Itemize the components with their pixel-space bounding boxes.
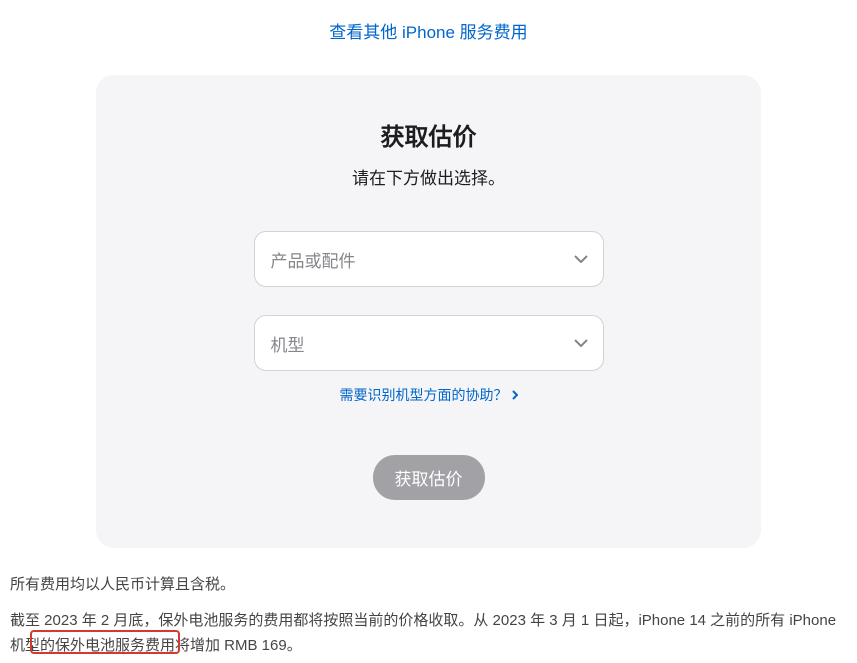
other-service-fees-link[interactable]: 查看其他 iPhone 服务费用 <box>329 23 527 42</box>
model-select-placeholder: 机型 <box>271 331 305 356</box>
product-select[interactable]: 产品或配件 <box>254 231 604 287</box>
product-select-placeholder: 产品或配件 <box>271 247 356 272</box>
footer-text: 所有费用均以人民币计算且含税。 截至 2023 年 2 月底，保外电池服务的费用… <box>0 572 857 659</box>
card-subtitle: 请在下方做出选择。 <box>136 164 721 189</box>
get-estimate-button[interactable]: 获取估价 <box>373 455 485 500</box>
estimate-card: 获取估价 请在下方做出选择。 产品或配件 机型 需要识别机型方面的协助？ 获取估… <box>96 75 761 548</box>
footer-line-2: 截至 2023 年 2 月底，保外电池服务的费用都将按照当前的价格收取。从 20… <box>10 608 847 659</box>
card-title: 获取估价 <box>136 117 721 152</box>
chevron-right-icon <box>512 387 518 403</box>
footer-line-1: 所有费用均以人民币计算且含税。 <box>10 572 847 598</box>
identify-model-help-link[interactable]: 需要识别机型方面的协助？ <box>340 385 518 405</box>
model-select[interactable]: 机型 <box>254 315 604 371</box>
help-link-label: 需要识别机型方面的协助？ <box>340 385 508 405</box>
